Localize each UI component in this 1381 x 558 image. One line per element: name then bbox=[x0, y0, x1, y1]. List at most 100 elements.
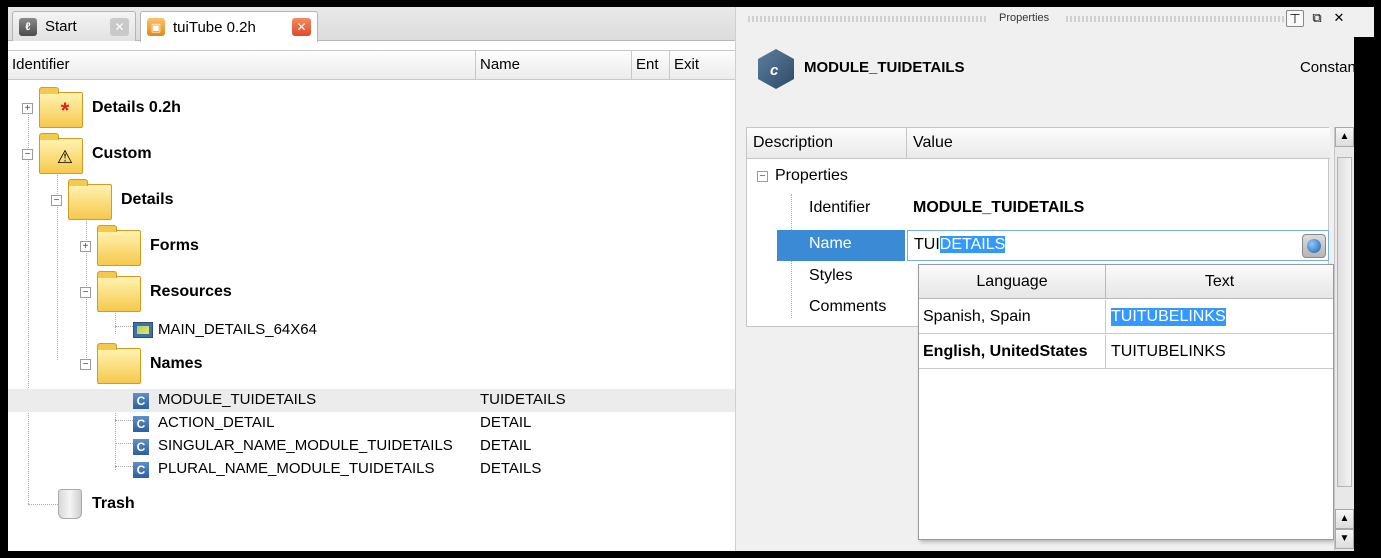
constant-name: DETAILS bbox=[480, 460, 542, 477]
selected-kind: Constant bbox=[1299, 59, 1360, 76]
folder-icon: * bbox=[39, 87, 83, 128]
name-value-text: TUIDETAILS bbox=[914, 236, 1006, 254]
tree-node-label: Resources bbox=[150, 283, 232, 300]
tab-tuitube[interactable]: ▣ tuiTube 0.2h ✕ bbox=[140, 11, 318, 42]
translation-popup: Language Text Spanish, Spain TUITUBELINK… bbox=[918, 264, 1334, 540]
property-label: Identifier bbox=[809, 199, 871, 216]
collapse-icon[interactable]: − bbox=[757, 171, 768, 182]
constant-icon: C bbox=[133, 416, 149, 432]
constant-identifier: SINGULAR_NAME_MODULE_TUIDETAILS bbox=[158, 437, 453, 454]
tab-start-label: Start bbox=[45, 18, 77, 35]
constant-name: DETAIL bbox=[480, 414, 532, 431]
constant-hexagon-icon: c bbox=[758, 49, 794, 89]
property-row-name[interactable]: Name bbox=[777, 230, 905, 261]
translation-language: English, UnitedStates bbox=[923, 343, 1088, 360]
constant-identifier: PLURAL_NAME_MODULE_TUIDETAILS bbox=[158, 460, 435, 477]
grip bbox=[748, 16, 988, 22]
translation-row[interactable]: Spanish, Spain TUITUBELINKS bbox=[919, 300, 1333, 334]
tree-constant-row[interactable]: C SINGULAR_NAME_MODULE_TUIDETAILS DETAIL bbox=[8, 435, 735, 458]
property-label: Name bbox=[809, 235, 852, 252]
tree-node-label: Details 0.2h bbox=[92, 99, 181, 116]
properties-title-bar: Properties ⊤ ⧉ ✕ bbox=[736, 7, 1374, 33]
tree-node-resource-item[interactable]: MAIN_DETAILS_64X64 bbox=[8, 318, 735, 342]
trash-icon bbox=[58, 489, 82, 519]
warning-icon: ⚠ bbox=[56, 146, 74, 167]
star-icon: * bbox=[60, 98, 70, 123]
folder-icon bbox=[97, 271, 141, 312]
constant-identifier: ACTION_DETAIL bbox=[158, 414, 275, 431]
column-text[interactable]: Text bbox=[1106, 265, 1333, 299]
column-language[interactable]: Language bbox=[919, 265, 1106, 299]
project-pane: ℓ Start ✕ ▣ tuiTube 0.2h ✕ Identifier Na… bbox=[8, 7, 735, 551]
column-identifier[interactable]: Identifier bbox=[8, 51, 476, 79]
tree-node-label: Trash bbox=[92, 495, 135, 512]
close-icon[interactable]: ✕ bbox=[110, 17, 129, 36]
collapse-icon[interactable]: − bbox=[80, 287, 91, 298]
globe-icon[interactable] bbox=[1302, 234, 1326, 258]
scroll-thumb[interactable] bbox=[1337, 157, 1352, 487]
close-icon[interactable]: ✕ bbox=[1330, 10, 1348, 27]
folder-icon: ⚠ bbox=[39, 133, 83, 174]
tree-node-details[interactable]: − Details bbox=[8, 179, 735, 220]
selected-identifier: MODULE_TUIDETAILS bbox=[804, 59, 965, 76]
collapse-icon[interactable]: − bbox=[51, 195, 62, 206]
tree-column-header: Identifier Name Ent Exit bbox=[8, 50, 735, 80]
pin-icon[interactable]: ⊤ bbox=[1286, 10, 1304, 27]
application-window: ℓ Start ✕ ▣ tuiTube 0.2h ✕ Identifier Na… bbox=[8, 7, 1374, 551]
expand-icon[interactable]: + bbox=[22, 103, 33, 114]
constant-name: DETAIL bbox=[480, 437, 532, 454]
tab-start[interactable]: ℓ Start ✕ bbox=[12, 11, 136, 41]
translation-language: Spanish, Spain bbox=[923, 308, 1031, 325]
collapse-icon[interactable]: − bbox=[22, 149, 33, 160]
constant-icon: C bbox=[133, 393, 149, 409]
scroll-up-icon[interactable]: ▲ bbox=[1335, 509, 1354, 529]
translation-text[interactable]: TUITUBELINKS bbox=[1111, 343, 1226, 361]
tree-node-label: Details bbox=[121, 191, 174, 208]
column-ent[interactable]: Ent bbox=[632, 51, 670, 79]
folder-icon bbox=[97, 225, 141, 266]
tree-node-names[interactable]: − Names bbox=[8, 343, 735, 384]
float-icon[interactable]: ⧉ bbox=[1308, 10, 1326, 27]
constant-identifier: MODULE_TUIDETAILS bbox=[158, 391, 317, 408]
name-value-selection: DETAILS bbox=[939, 236, 1006, 253]
tree-constant-row[interactable]: C PLURAL_NAME_MODULE_TUIDETAILS DETAILS bbox=[8, 458, 735, 481]
scroll-down-icon[interactable]: ▼ bbox=[1335, 529, 1354, 549]
properties-title: Properties bbox=[999, 12, 1050, 24]
folder-icon bbox=[97, 343, 141, 384]
column-value[interactable]: Value bbox=[907, 128, 1330, 158]
translation-row[interactable]: English, UnitedStates TUITUBELINKS bbox=[919, 335, 1333, 369]
tree-node-trash[interactable]: Trash bbox=[8, 486, 735, 522]
close-icon[interactable]: ✕ bbox=[292, 18, 311, 36]
property-value: MODULE_TUIDETAILS bbox=[913, 199, 1085, 216]
folder-icon bbox=[68, 179, 112, 220]
start-page-icon: ℓ bbox=[19, 17, 37, 36]
tree-constant-row[interactable]: C ACTION_DETAIL DETAIL bbox=[8, 412, 735, 435]
tree-constant-row[interactable]: C MODULE_TUIDETAILS TUIDETAILS bbox=[8, 389, 735, 412]
window-edge bbox=[1354, 37, 1374, 551]
expand-icon[interactable]: + bbox=[80, 241, 91, 252]
scroll-up-icon[interactable]: ▲ bbox=[1335, 127, 1354, 147]
tree-node-custom[interactable]: − ⚠ Custom bbox=[8, 133, 735, 174]
tree-node-resources[interactable]: − Resources bbox=[8, 271, 735, 312]
constant-icon: C bbox=[133, 439, 149, 455]
name-value-input[interactable]: TUIDETAILS bbox=[907, 230, 1329, 261]
tree-node-root[interactable]: + * Details 0.2h bbox=[8, 87, 735, 128]
column-description[interactable]: Description bbox=[747, 128, 907, 158]
tree-node-forms[interactable]: + Forms bbox=[8, 225, 735, 266]
column-exit[interactable]: Exit bbox=[670, 51, 735, 79]
collapse-icon[interactable]: − bbox=[80, 359, 91, 370]
vertical-scrollbar[interactable]: ▲ ▲ ▼ bbox=[1334, 127, 1354, 551]
column-name[interactable]: Name bbox=[476, 51, 632, 79]
divider bbox=[1105, 300, 1106, 334]
translation-text[interactable]: TUITUBELINKS bbox=[1111, 308, 1226, 326]
property-label: Styles bbox=[809, 267, 853, 284]
tab-tuitube-label: tuiTube 0.2h bbox=[173, 18, 256, 36]
property-group[interactable]: − Properties bbox=[747, 162, 1330, 193]
property-label: Comments bbox=[809, 298, 887, 315]
tree-node-label: Names bbox=[150, 355, 203, 372]
name-value-prefix: TUI bbox=[914, 236, 940, 253]
tree-node-label: Custom bbox=[92, 145, 152, 162]
property-grid-header: Description Value bbox=[747, 128, 1330, 159]
project-icon: ▣ bbox=[147, 18, 165, 36]
property-row-identifier[interactable]: Identifier MODULE_TUIDETAILS bbox=[747, 194, 1330, 225]
